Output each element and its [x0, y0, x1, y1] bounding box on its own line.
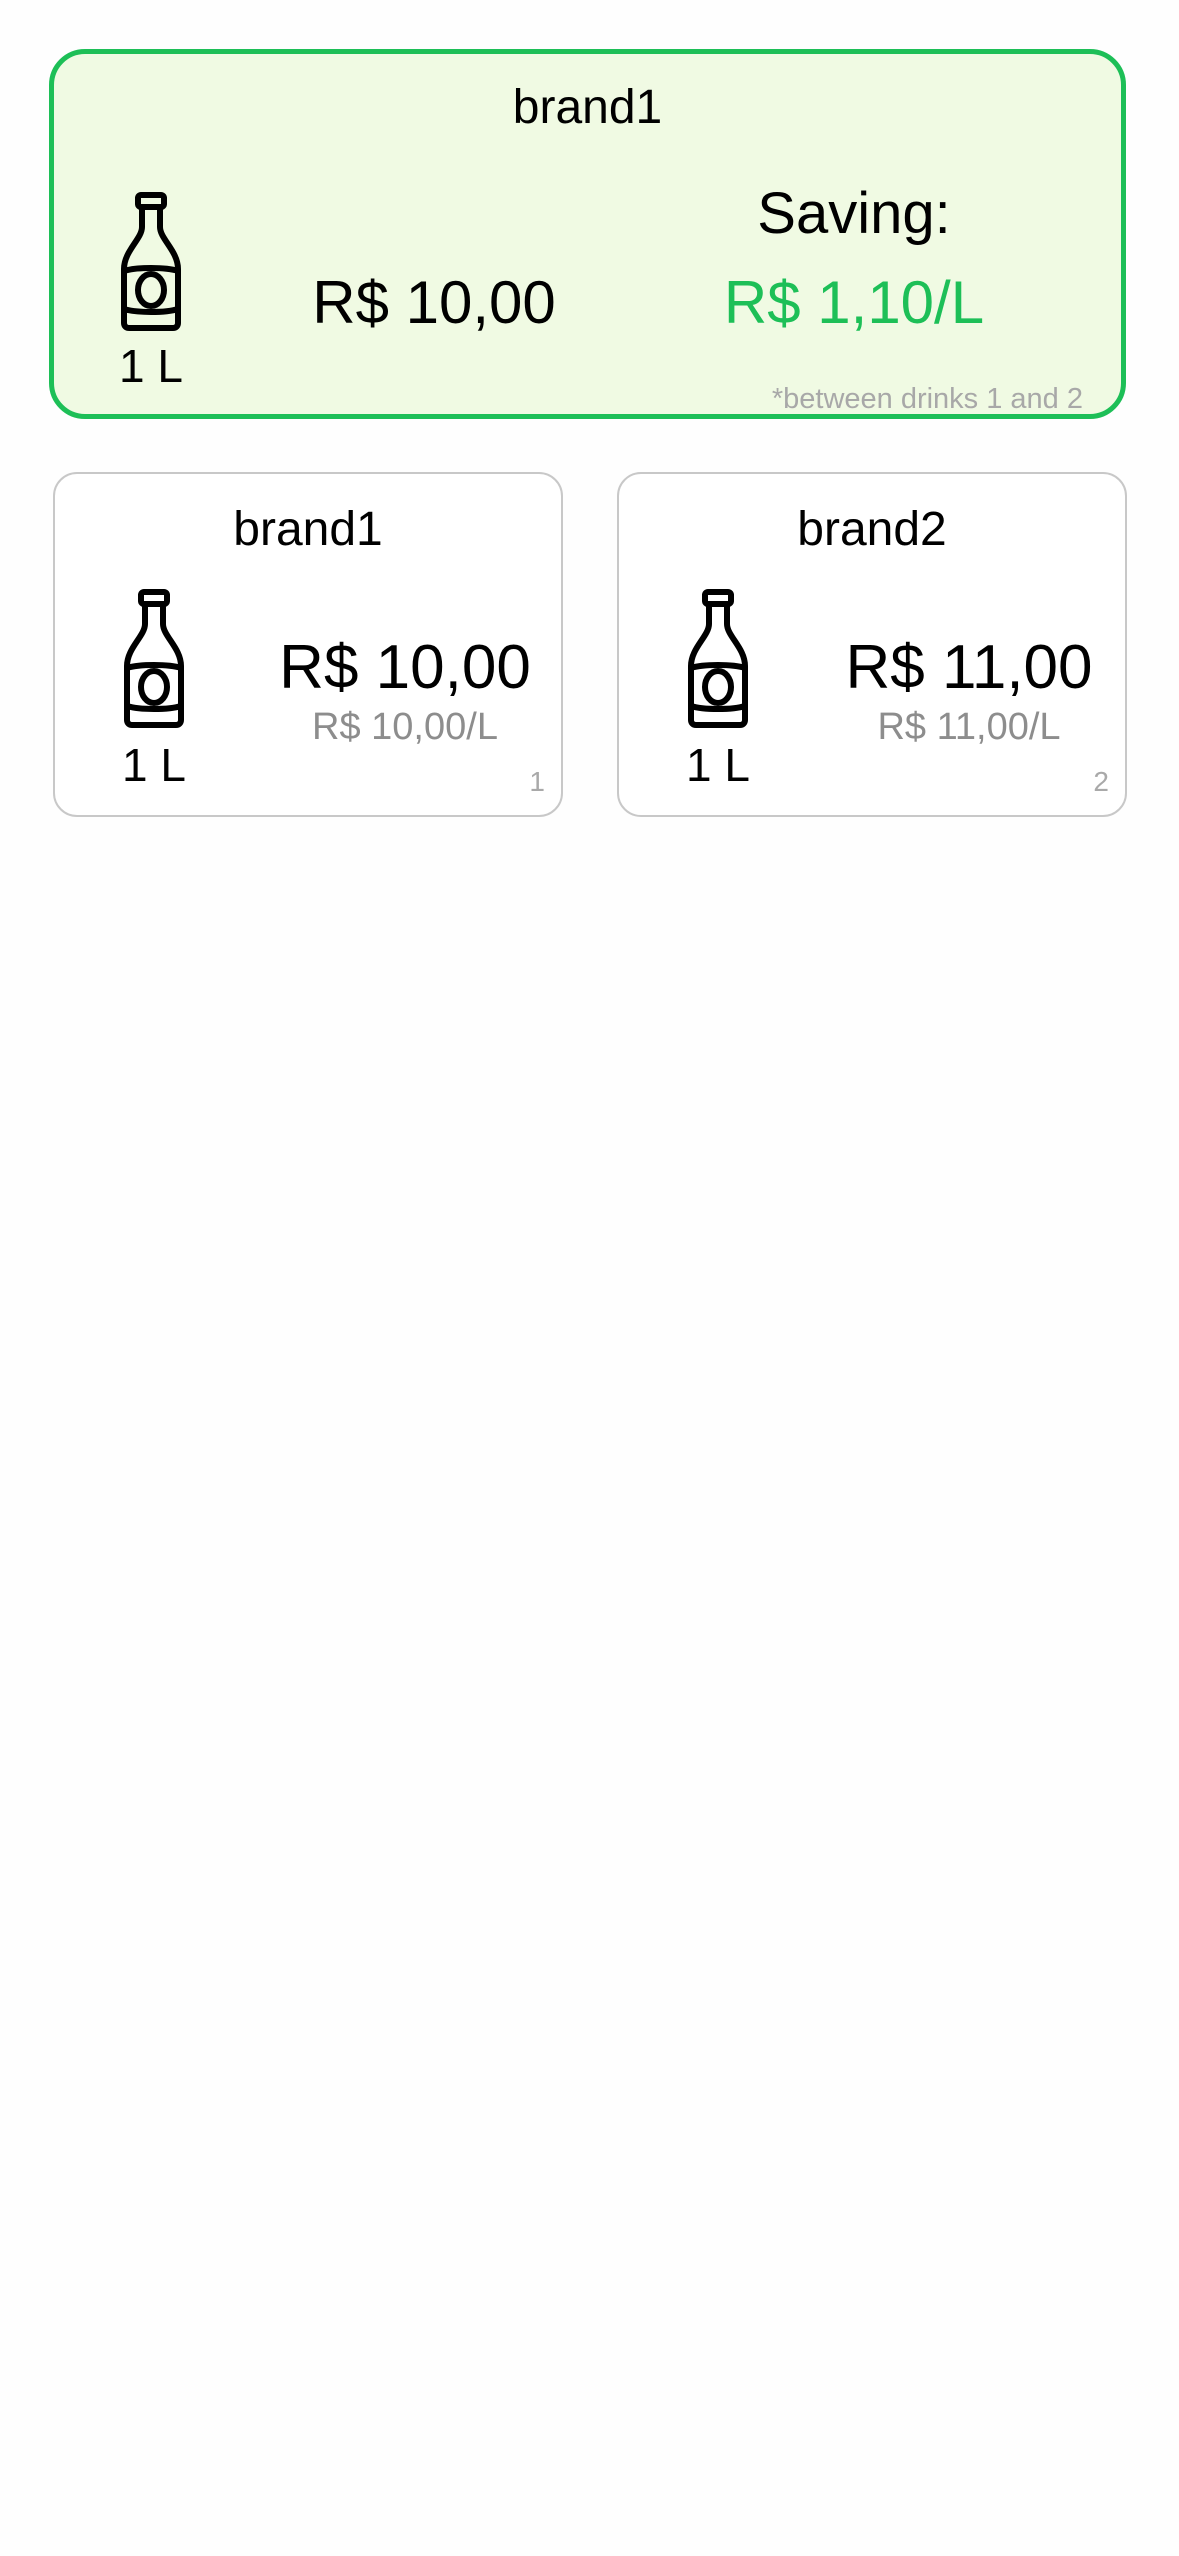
drink-card-2[interactable]: brand2 1 L R$ 11,00 R$ 11,00/L 2 — [617, 472, 1127, 817]
bottle-icon — [116, 191, 186, 331]
best-deal-volume: 1 L — [119, 340, 183, 392]
bottle-icon — [119, 588, 189, 728]
best-deal-price: R$ 10,00 — [312, 269, 556, 336]
saving-value: R$ 1,10/L — [723, 269, 985, 336]
drink-price-per-liter: R$ 10,00/L — [312, 706, 498, 748]
drink-index: 1 — [529, 766, 545, 797]
drink-volume: 1 L — [686, 739, 750, 791]
drink-price-per-liter: R$ 11,00/L — [877, 706, 1061, 748]
best-deal-brand: brand1 — [512, 81, 663, 134]
drink-brand: brand1 — [233, 503, 383, 556]
best-deal-card: brand1 1 L R$ 10,00 Saving: R$ 1,10/L *b… — [49, 49, 1126, 419]
drink-index: 2 — [1093, 766, 1109, 797]
bottle-icon — [683, 588, 753, 728]
drink-brand: brand2 — [797, 503, 947, 556]
saving-note: *between drinks 1 and 2 — [771, 383, 1083, 415]
drink-volume: 1 L — [122, 739, 186, 791]
saving-label: Saving: — [757, 181, 951, 246]
drink-price: R$ 11,00 — [845, 633, 1093, 702]
drink-price: R$ 10,00 — [279, 633, 531, 702]
drink-card-1[interactable]: brand1 1 L R$ 10,00 R$ 10,00/L 1 — [53, 472, 563, 817]
